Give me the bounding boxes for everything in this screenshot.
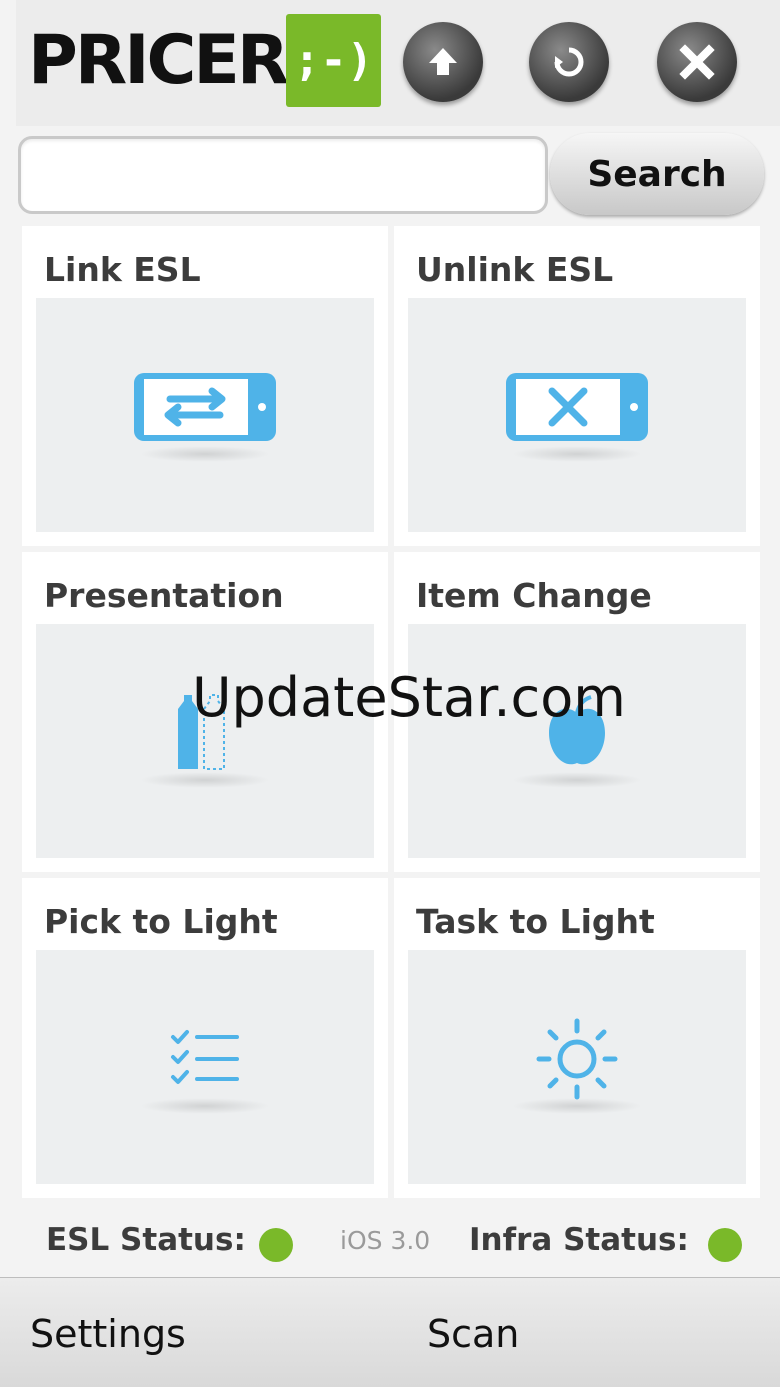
icon-shadow — [140, 446, 270, 462]
search-button[interactable]: Search — [550, 133, 764, 215]
tile-pick-to-light[interactable]: Pick to Light — [22, 878, 388, 1198]
close-button[interactable] — [657, 22, 737, 102]
tile-panel — [408, 950, 746, 1184]
tile-panel — [36, 950, 374, 1184]
settings-tab[interactable]: Settings — [30, 1312, 186, 1356]
pricer-logo-text: PRICER — [28, 21, 289, 100]
refresh-icon — [554, 47, 584, 77]
icon-shadow — [140, 772, 270, 788]
close-icon — [679, 44, 715, 80]
icon-shadow — [512, 772, 642, 788]
tile-label: Pick to Light — [44, 902, 278, 941]
infra-status-label: Infra Status: — [469, 1222, 689, 1258]
pricer-logo-mark: ;-) — [286, 14, 381, 107]
version-label: iOS 3.0 — [340, 1226, 431, 1255]
tile-panel — [408, 624, 746, 858]
tile-label: Item Change — [416, 576, 652, 615]
unlink-esl-icon — [506, 373, 648, 441]
upload-button[interactable] — [403, 22, 483, 102]
infra-status-indicator — [708, 1228, 742, 1262]
tile-label: Link ESL — [44, 250, 201, 289]
tile-link-esl[interactable]: Link ESL — [22, 226, 388, 546]
search-input[interactable] — [18, 136, 548, 214]
logo-mark-text: ;-) — [293, 35, 374, 86]
scan-tab[interactable]: Scan — [427, 1312, 519, 1356]
icon-shadow — [140, 1098, 270, 1114]
bottom-nav-bar: Settings Scan — [0, 1277, 780, 1387]
tile-label: Presentation — [44, 576, 284, 615]
watermark-text: UpdateStar.com — [192, 666, 626, 729]
tile-unlink-esl[interactable]: Unlink ESL — [394, 226, 760, 546]
esl-status-label: ESL Status: — [46, 1222, 246, 1258]
esl-status-indicator — [259, 1228, 293, 1262]
tile-panel — [36, 298, 374, 532]
refresh-button[interactable] — [529, 22, 609, 102]
sun-icon — [536, 1018, 618, 1100]
tile-panel — [36, 624, 374, 858]
tile-label: Task to Light — [416, 902, 655, 941]
icon-shadow — [512, 446, 642, 462]
checklist-icon — [171, 1030, 239, 1084]
arrow-up-icon — [429, 48, 457, 75]
tile-label: Unlink ESL — [416, 250, 614, 289]
link-esl-icon — [134, 373, 276, 441]
tile-panel — [408, 298, 746, 532]
tile-task-to-light[interactable]: Task to Light — [394, 878, 760, 1198]
